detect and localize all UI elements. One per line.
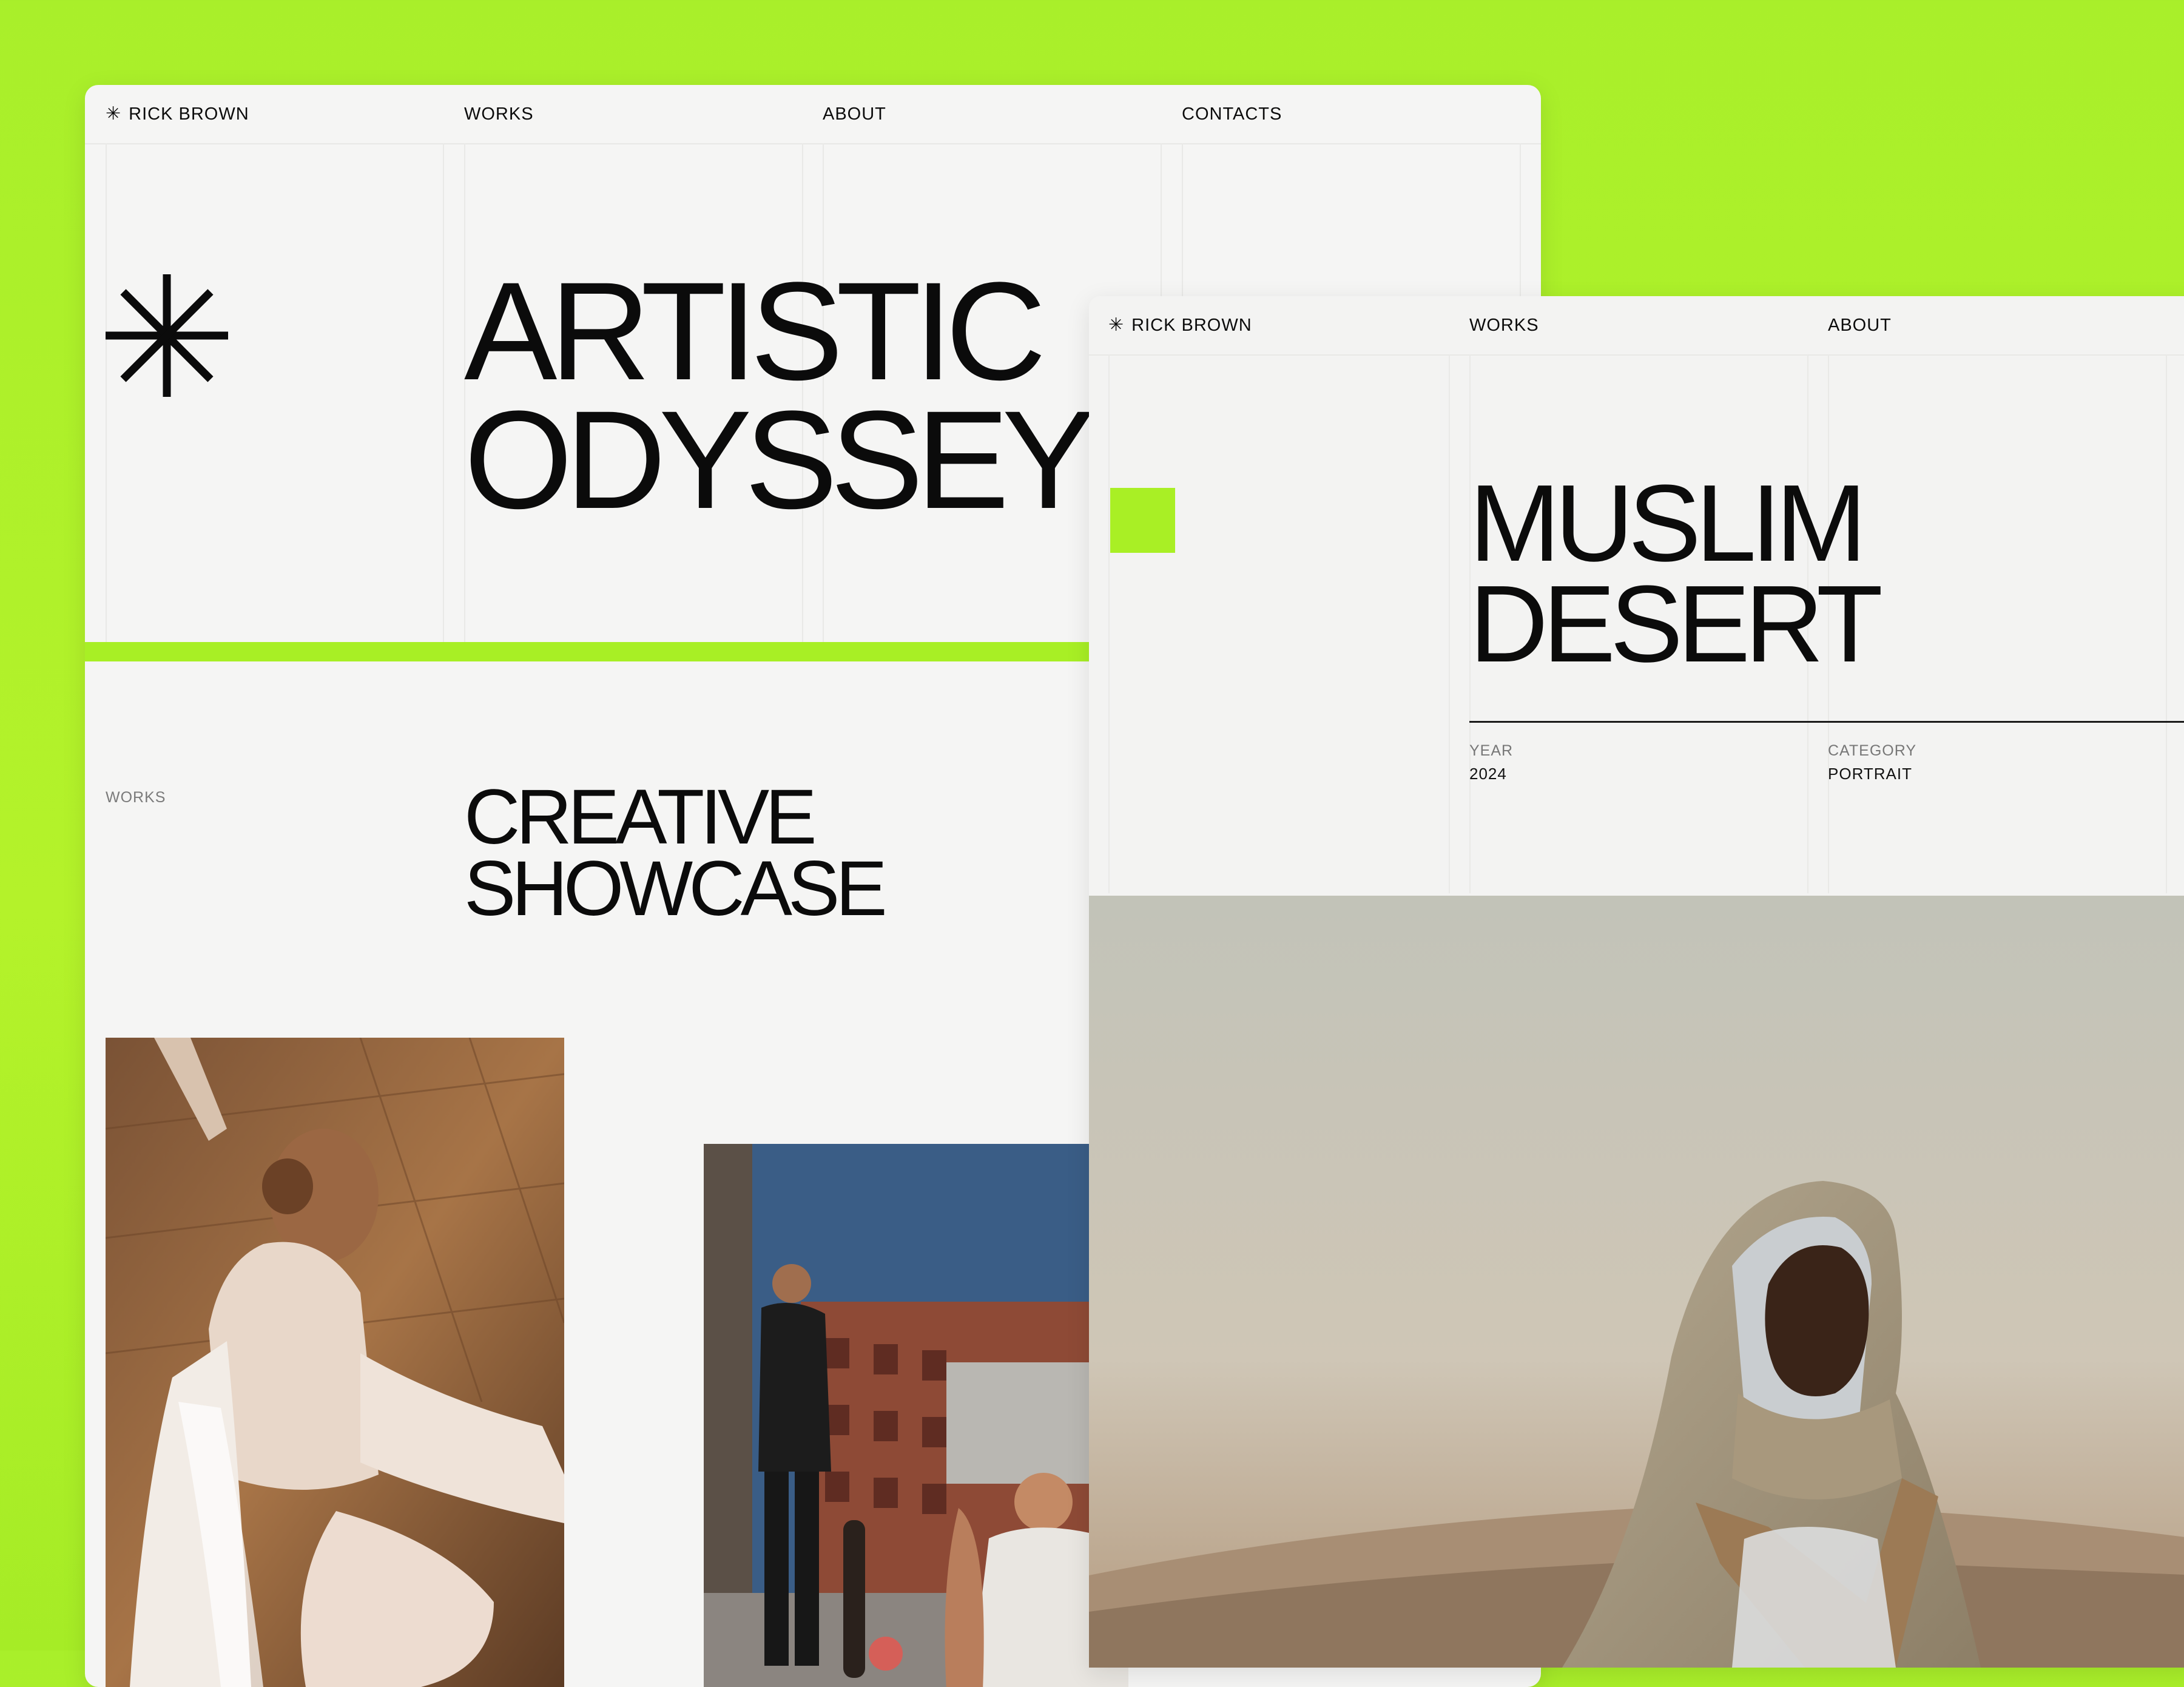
- main-nav-bar: ✳ RICK BROWN WORKS ABOUT CONTACTS: [85, 85, 1541, 144]
- brand-link[interactable]: ✳ RICK BROWN: [106, 85, 249, 143]
- showcase-title: CREATIVE SHOWCASE: [464, 774, 888, 932]
- nav-contacts-link[interactable]: CONTACTS: [1182, 85, 1282, 143]
- category-label: CATEGORY: [1828, 742, 1916, 759]
- detail-brand-name: RICK BROWN: [1131, 316, 1252, 335]
- hero-title-line1: ARTISTIC: [464, 253, 1046, 409]
- asterisk-logo-icon: ✳: [1108, 315, 1125, 335]
- hero-title: ARTISTIC ODYSSEY: [464, 253, 1095, 538]
- hero-title-line2: ODYSSEY: [464, 382, 1095, 538]
- detail-nav-about-link[interactable]: ABOUT: [1828, 296, 1892, 354]
- nav-about-link[interactable]: ABOUT: [823, 85, 886, 143]
- nav-works-link[interactable]: WORKS: [464, 85, 534, 143]
- detail-brand-link[interactable]: ✳ RICK BROWN: [1108, 296, 1252, 354]
- brand-name: RICK BROWN: [129, 104, 249, 124]
- category-value: PORTRAIT: [1828, 765, 1912, 783]
- works-section-label: WORKS: [106, 789, 166, 806]
- showcase-title-line2: SHOWCASE: [464, 845, 888, 932]
- grid-line: [443, 143, 444, 642]
- street-skaters-photo[interactable]: [704, 1144, 1128, 1687]
- grid-line: [1108, 354, 1110, 893]
- ballet-dancer-photo[interactable]: [106, 1038, 564, 1687]
- accent-divider: [85, 642, 1092, 661]
- meta-divider: [1469, 721, 2184, 723]
- detail-nav-bar: ✳ RICK BROWN WORKS ABOUT: [1089, 296, 2184, 356]
- detail-nav-works-link[interactable]: WORKS: [1469, 296, 1539, 354]
- desert-portrait-photo[interactable]: [1089, 896, 2184, 1668]
- year-label: YEAR: [1469, 742, 1514, 759]
- asterisk-icon: [103, 272, 231, 399]
- grid-line: [2166, 354, 2167, 893]
- project-title-line1: MUSLIM: [1469, 462, 1867, 584]
- showcase-title-line1: CREATIVE: [464, 774, 817, 860]
- year-value: 2024: [1469, 765, 1507, 783]
- project-title: MUSLIM DESERT: [1469, 462, 1883, 685]
- project-detail-window: ✳ RICK BROWN WORKS ABOUT MUSLIM DESERT Y…: [1089, 296, 2184, 1668]
- project-title-line2: DESERT: [1469, 563, 1883, 685]
- accent-square: [1110, 488, 1175, 553]
- grid-line: [1449, 354, 1450, 893]
- asterisk-logo-icon: ✳: [106, 104, 122, 124]
